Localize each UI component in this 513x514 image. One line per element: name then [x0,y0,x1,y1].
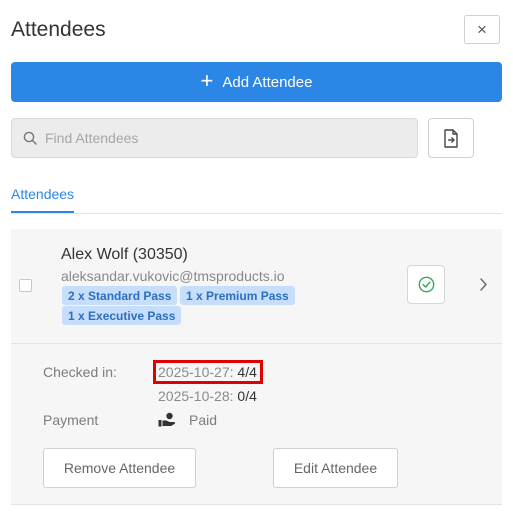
tab-divider [11,213,502,214]
check-in-button[interactable] [407,265,445,304]
add-attendee-button[interactable]: + Add Attendee [11,62,502,102]
checkin-count: 0/4 [237,388,257,404]
checkin-count: 4/4 [237,364,257,380]
checkin-row: 2025-10-27: 4/4 [158,364,257,380]
payment-status: Paid [189,412,218,428]
plus-icon: + [200,68,214,93]
export-button[interactable] [428,118,474,158]
tab-attendees[interactable]: Attendees [11,186,74,202]
search-icon [23,131,37,145]
pass-badge: 2 x Standard Pass [62,286,178,305]
page-title: Attendees [11,18,106,41]
checkin-row: 2025-10-28: 0/4 [158,388,257,404]
attendee-select-checkbox[interactable] [19,279,32,292]
attendee-name: Alex Wolf (30350) [61,246,188,263]
edit-attendee-button[interactable]: Edit Attendee [273,448,398,488]
checked-in-label: Checked in: [43,364,117,380]
checkin-date: 2025-10-28: [158,388,234,404]
chevron-right-icon[interactable] [479,277,488,292]
close-button[interactable]: × [464,15,500,44]
file-export-icon [444,128,458,148]
close-icon: × [477,19,487,39]
check-circle-icon [418,276,434,293]
payment-label: Payment [43,412,99,428]
add-attendee-label: Add Attendee [222,73,313,91]
details-divider [11,504,502,505]
remove-attendee-button[interactable]: Remove Attendee [43,448,196,488]
search-box [11,118,418,158]
pass-badge: 1 x Premium Pass [180,286,295,305]
pass-badge: 1 x Executive Pass [62,306,182,325]
checkin-date: 2025-10-27: [158,364,234,380]
hand-money-icon [158,412,176,427]
search-input[interactable] [45,130,385,146]
attendee-email: aleksandar.vukovic@tmsproducts.io [61,268,285,284]
